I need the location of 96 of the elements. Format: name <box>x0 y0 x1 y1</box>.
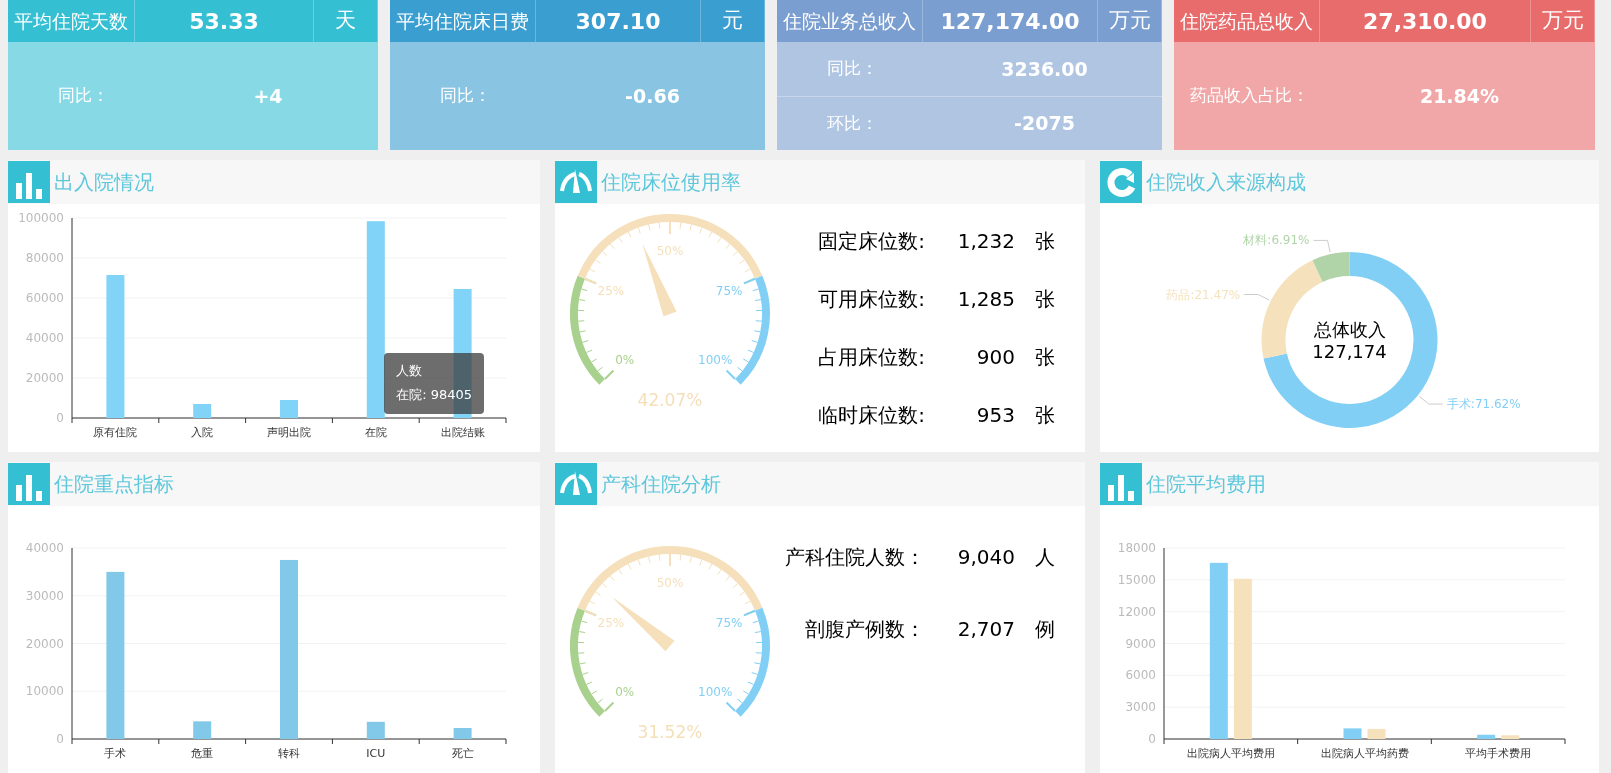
total-value: 127,174 <box>1312 341 1387 362</box>
kpi-label: 同比： <box>825 57 879 80</box>
stat-label: 固定床位数: <box>817 228 925 255</box>
slice-label: 药品:21.47% <box>1166 287 1241 302</box>
stat-value: 1,232 <box>956 228 1015 255</box>
stat-value: 953 <box>975 402 1015 429</box>
axis-label: 15000 <box>1117 572 1156 587</box>
axis-label: 20000 <box>25 371 64 385</box>
gauge-label: 0% <box>615 685 635 700</box>
kpi-change: 3236.00 <box>1000 56 1089 82</box>
bar <box>1501 735 1520 739</box>
stat-unit: 张 <box>1034 344 1055 371</box>
total-label: 总体收入 <box>1313 319 1386 340</box>
kpi-label: 药品收入占比： <box>1188 84 1310 108</box>
stat-label: 剖腹产例数： <box>804 616 925 643</box>
bar <box>193 404 212 418</box>
axis-label: 9000 <box>1125 636 1156 651</box>
stat-value: 9,040 <box>956 544 1015 571</box>
axis-label: 0 <box>56 411 64 425</box>
kpi-change: -2075 <box>1013 111 1076 136</box>
leader-line <box>1313 239 1331 253</box>
axis-label: 0 <box>56 732 64 746</box>
panel-title: 住院床位使用率 <box>601 169 741 196</box>
panel-title: 住院重点指标 <box>54 471 174 498</box>
axis-label: 出院病人平均费用 <box>1186 747 1275 760</box>
axis-label: 转科 <box>278 747 300 760</box>
axis-label: 出院病人平均药费 <box>1320 747 1409 760</box>
axis-label: ICU <box>366 747 386 760</box>
gauge-label: 100% <box>698 353 733 368</box>
stat-value: 2,707 <box>956 616 1015 643</box>
axis-label: 声明出院 <box>267 426 311 439</box>
axis-label: 30000 <box>25 588 64 603</box>
panel-title: 产科住院分析 <box>601 471 721 498</box>
bar <box>1343 728 1362 739</box>
bar <box>453 728 472 739</box>
axis-label: 出院结账 <box>440 426 485 439</box>
gauge-label: 50% <box>656 244 684 258</box>
stat-unit: 人 <box>1034 544 1055 571</box>
axis-label: 原有住院 <box>93 426 138 439</box>
panel-title: 住院平均费用 <box>1146 471 1266 498</box>
stat-value: 900 <box>975 344 1015 371</box>
axis-label: 6000 <box>1125 668 1156 683</box>
bar <box>1477 734 1496 739</box>
gauge-label: 0% <box>615 353 635 368</box>
axis-label: 手术 <box>104 747 127 760</box>
kpi-label: 同比： <box>56 84 110 108</box>
stat-unit: 张 <box>1034 228 1055 255</box>
gauge-label: 25% <box>597 283 625 298</box>
kpi-change: -0.66 <box>624 83 681 109</box>
stat-value: 1,285 <box>956 286 1015 313</box>
stat-label: 可用床位数: <box>817 286 925 313</box>
tooltip-text: 在院: 98405 <box>396 386 472 405</box>
kpi-change: +4 <box>252 83 284 109</box>
bar <box>280 400 298 418</box>
leader-line <box>1419 396 1444 405</box>
stat-label: 临时床位数: <box>817 402 925 429</box>
kpi-label: 环比： <box>825 111 879 135</box>
axis-label: 60000 <box>25 291 64 305</box>
gauge-reading: 42.07% <box>637 390 703 410</box>
axis-label: 3000 <box>1125 700 1156 715</box>
axis-label: 危重 <box>191 747 214 760</box>
gauge-label: 75% <box>715 615 743 630</box>
gauge-label: 75% <box>715 283 743 298</box>
gauge-reading: 31.52% <box>637 722 703 742</box>
axis-label: 18000 <box>1117 541 1156 555</box>
bar <box>366 721 385 739</box>
stat-label: 占用床位数: <box>817 344 925 371</box>
axis-label: 10000 <box>25 684 64 699</box>
stat-unit: 例 <box>1034 616 1055 643</box>
gauge-label: 50% <box>656 576 684 590</box>
kpi-change: 21.84% <box>1418 83 1501 109</box>
kpi-label: 同比： <box>438 84 492 108</box>
panel-title: 住院收入来源构成 <box>1146 169 1306 196</box>
slice-label: 手术:71.62% <box>1446 397 1521 412</box>
axis-label: 20000 <box>25 636 64 651</box>
axis-label: 80000 <box>25 251 64 265</box>
leader-line <box>1243 294 1270 301</box>
axis-label: 平均手术费用 <box>1465 747 1532 760</box>
tooltip-title: 人数 <box>396 361 424 380</box>
axis-label: 100000 <box>18 211 64 225</box>
bar <box>1367 728 1386 739</box>
axis-label: 0 <box>1148 732 1156 746</box>
gauge-label: 100% <box>698 685 733 700</box>
axis-label: 死亡 <box>451 747 474 760</box>
stat-label: 产科住院人数： <box>785 544 925 571</box>
axis-label: 入院 <box>191 426 214 439</box>
stat-unit: 张 <box>1034 286 1055 313</box>
stat-unit: 张 <box>1034 402 1055 429</box>
bar <box>193 721 212 739</box>
gauge-label: 25% <box>597 615 625 630</box>
axis-label: 40000 <box>25 541 64 555</box>
axis-label: 12000 <box>1117 604 1156 619</box>
slice-label: 材料:6.91% <box>1243 233 1310 248</box>
panel-title: 出入院情况 <box>54 169 154 196</box>
axis-label: 40000 <box>25 331 64 345</box>
axis-label: 在院 <box>364 426 387 439</box>
